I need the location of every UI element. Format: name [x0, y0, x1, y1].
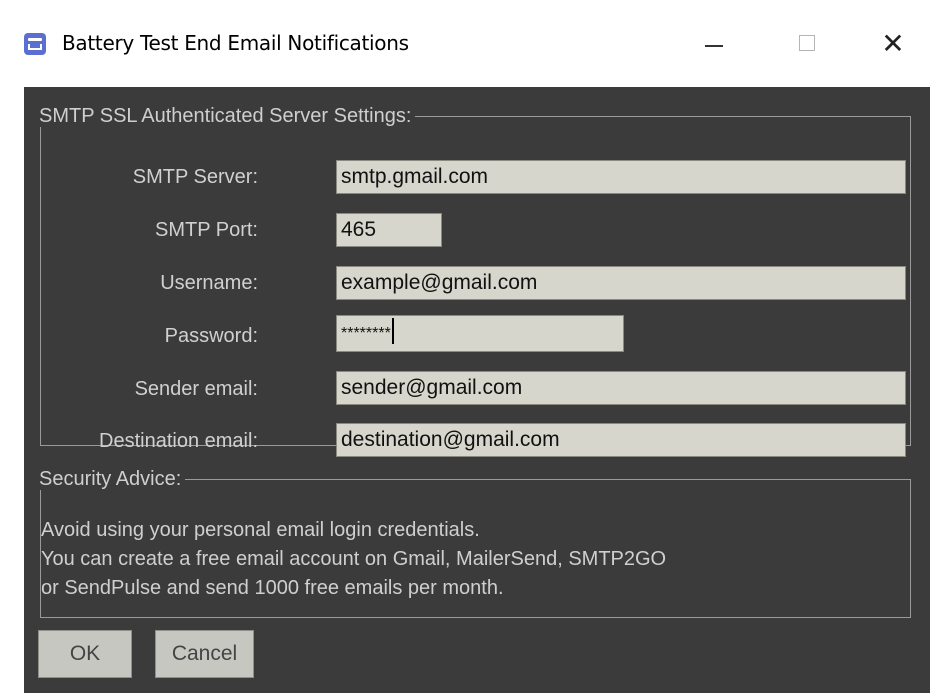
app-icon	[24, 33, 46, 55]
window-title: Battery Test End Email Notifications	[62, 31, 409, 55]
minimize-icon[interactable]	[683, 20, 743, 68]
destination-email-input[interactable]	[336, 423, 906, 457]
cancel-button[interactable]: Cancel	[155, 630, 254, 678]
username-input[interactable]	[336, 266, 906, 300]
close-icon[interactable]: ✕	[863, 20, 923, 68]
password-masked-value: ********	[341, 325, 391, 342]
maximize-icon[interactable]	[779, 20, 839, 68]
advice-line: or SendPulse and send 1000 free emails p…	[41, 577, 504, 599]
advice-line: Avoid using your personal email login cr…	[41, 519, 480, 541]
text-caret	[391, 317, 394, 344]
security-advice-legend: Security Advice:	[39, 468, 182, 490]
dialog-body: SMTP SSL Authenticated Server Settings: …	[24, 87, 930, 693]
username-label: Username:	[160, 272, 258, 294]
smtp-server-input[interactable]	[336, 160, 906, 194]
password-label: Password:	[164, 325, 258, 347]
sender-email-input[interactable]	[336, 371, 906, 405]
security-advice-text: Avoid using your personal email login cr…	[41, 516, 666, 603]
destination-email-label: Destination email:	[99, 430, 258, 452]
password-input[interactable]: ********	[336, 315, 624, 352]
security-advice-group: Security Advice: Avoid using your person…	[39, 468, 911, 618]
sender-email-label: Sender email:	[134, 378, 258, 400]
smtp-settings-legend: SMTP SSL Authenticated Server Settings:	[39, 105, 412, 127]
ok-button[interactable]: OK	[38, 630, 132, 678]
title-bar: Battery Test End Email Notifications ✕	[0, 0, 930, 87]
smtp-port-input[interactable]	[336, 213, 442, 247]
smtp-port-label: SMTP Port:	[155, 219, 258, 241]
advice-line: You can create a free email account on G…	[41, 548, 667, 570]
smtp-settings-group: SMTP SSL Authenticated Server Settings: …	[39, 105, 911, 457]
smtp-server-label: SMTP Server:	[132, 166, 258, 188]
